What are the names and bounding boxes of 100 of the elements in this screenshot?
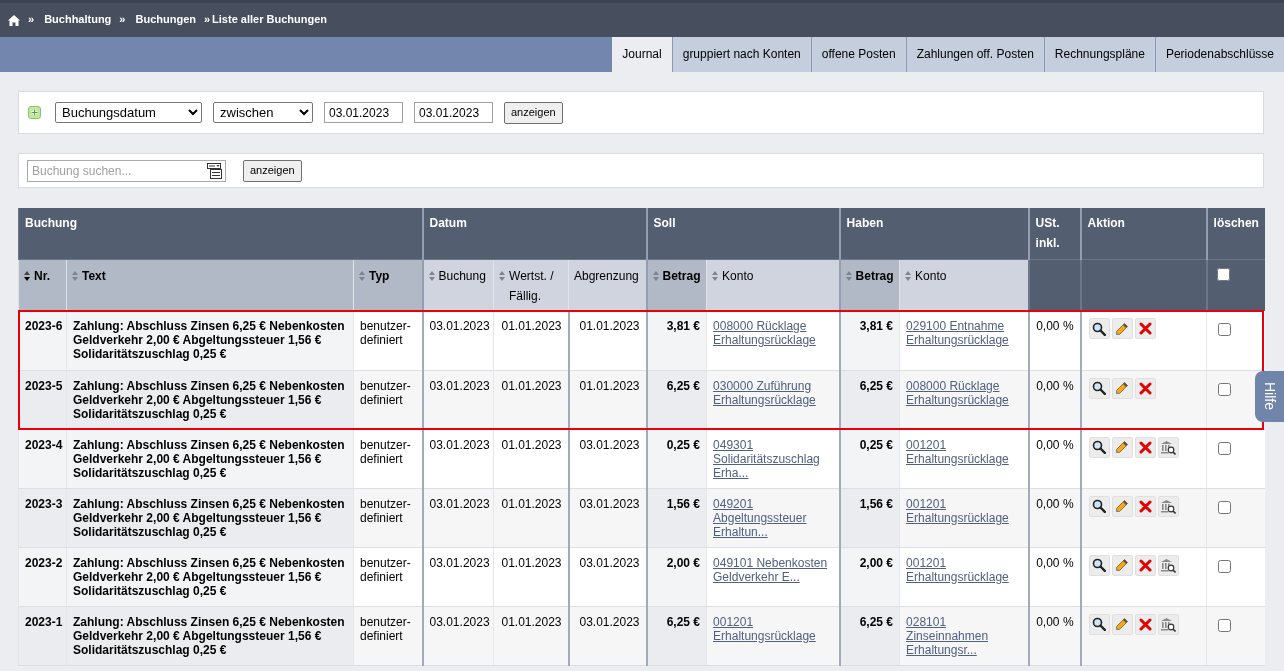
search-field[interactable]: Buchung suchen... [27, 159, 226, 182]
booking-text: Zahlung: Abschluss Zinsen 6,25 € Nebenkosten Geldverkehr 2,00 € Abgeltungssteuer 1,56 € Solidaritätszuschlag 0,25 € [73, 378, 346, 421]
booking-text: Zahlung: Abschluss Zinsen 6,25 € Nebenkosten Geldverkehr 2,00 € Abgeltungssteuer 1,56 € Solidaritätszuschlag 0,25 € [73, 555, 346, 598]
building-magnifier-icon [1160, 498, 1177, 514]
edit-button[interactable] [1111, 377, 1133, 399]
bank-search-button[interactable] [1157, 436, 1179, 458]
booking-type: benutzer-definiert [360, 555, 411, 584]
delete-button[interactable] [1134, 495, 1156, 517]
date-to-field[interactable]: 03.01.2023 [414, 102, 493, 123]
select-all-checkbox[interactable] [1216, 267, 1230, 281]
pencil-icon [1115, 381, 1130, 395]
accrual-date: 03.01.2023 [579, 555, 640, 570]
booking-text: Zahlung: Abschluss Zinsen 6,25 € Nebenkosten Geldverkehr 2,00 € Abgeltungssteuer 1,56 € Solidaritätszuschlag 0,25 € [73, 614, 346, 657]
row-checkbox[interactable] [1218, 382, 1232, 396]
vat-rate: 0,00 % [1036, 319, 1074, 333]
column-header: Typ [369, 267, 390, 285]
show-button[interactable]: anzeigen [504, 101, 563, 124]
booking-date: 03.01.2023 [429, 437, 490, 452]
view-button[interactable] [1088, 377, 1110, 399]
edit-button[interactable] [1111, 613, 1133, 635]
pencil-icon [1115, 321, 1130, 336]
credit-amount: 6,25 € [859, 614, 894, 629]
tab[interactable]: Rechnungspläne [1043, 37, 1155, 72]
breadcrumb-link[interactable]: Buchhaltung [44, 13, 112, 27]
breadcrumb-link[interactable]: Buchungen [135, 13, 196, 27]
cross-icon [1138, 558, 1152, 572]
view-button[interactable] [1088, 613, 1110, 635]
debit-amount: 0,25 € [666, 437, 701, 452]
row-checkbox[interactable] [1218, 441, 1232, 455]
sort-icon[interactable] [24, 270, 30, 281]
bank-search-button[interactable] [1157, 613, 1179, 635]
column-group-header: Buchung [25, 216, 77, 230]
cross-icon [1138, 322, 1152, 335]
vat-rate: 0,00 % [1036, 496, 1074, 511]
building-magnifier-icon [1160, 616, 1177, 632]
booking-number: 2023-2 [25, 555, 63, 570]
search-icon [1092, 558, 1107, 572]
delete-button[interactable] [1134, 613, 1156, 635]
column-header: Wertst. / Fällig. [509, 267, 555, 305]
delete-button[interactable] [1134, 436, 1156, 458]
delete-button[interactable] [1134, 318, 1156, 339]
debit-amount: 1,56 € [666, 496, 701, 511]
field-select[interactable]: Buchungsdatum [55, 102, 202, 123]
column-header: Betrag [855, 267, 894, 285]
tab[interactable]: offene Posten [810, 37, 906, 72]
debit-amount: 6,25 € [666, 614, 701, 629]
edit-button[interactable] [1111, 495, 1133, 517]
booking-text: Zahlung: Abschluss Zinsen 6,25 € Nebenkosten Geldverkehr 2,00 € Abgeltungssteuer 1,56 € Solidaritätszuschlag 0,25 € [73, 496, 346, 539]
view-button[interactable] [1088, 436, 1110, 458]
credit-amount: 3,81 € [859, 319, 894, 333]
row-checkbox[interactable] [1218, 559, 1232, 573]
value-date: 01.01.2023 [501, 614, 562, 629]
column-group-header: Soll [653, 216, 676, 230]
column-header: Text [82, 267, 106, 285]
view-button[interactable] [1088, 495, 1110, 517]
help-tab[interactable]: Hilfe [1255, 371, 1284, 422]
debit-amount: 3,81 € [666, 319, 701, 333]
credit-amount: 1,56 € [859, 496, 894, 511]
delete-button[interactable] [1134, 377, 1156, 399]
row-checkbox[interactable] [1218, 618, 1232, 632]
booking-date: 03.01.2023 [429, 614, 490, 629]
accrual-date: 01.01.2023 [579, 319, 640, 333]
booking-number: 2023-4 [25, 437, 63, 452]
operator-select[interactable]: zwischen [213, 102, 313, 123]
row-checkbox[interactable] [1218, 323, 1232, 336]
delete-button[interactable] [1134, 554, 1156, 576]
tab[interactable]: gruppiert nach Konten [671, 37, 811, 72]
date-from-field[interactable]: 03.01.2023 [324, 102, 403, 123]
tab[interactable]: Journal [611, 37, 672, 72]
column-header: Konto [722, 267, 754, 285]
list-icon[interactable] [207, 162, 222, 179]
pencil-icon [1115, 558, 1130, 572]
edit-button[interactable] [1111, 318, 1133, 339]
tab[interactable]: Zahlungen off. Posten [905, 37, 1044, 72]
tab[interactable]: Periodenabschlüsse [1154, 37, 1284, 72]
booking-date: 03.01.2023 [429, 496, 490, 511]
bank-search-button[interactable] [1157, 554, 1179, 576]
credit-amount: 0,25 € [859, 437, 894, 452]
value-date: 01.01.2023 [501, 437, 562, 452]
building-magnifier-icon [1160, 557, 1177, 573]
accrual-date: 03.01.2023 [579, 496, 640, 511]
home-icon[interactable] [8, 14, 20, 26]
booking-date: 03.01.2023 [429, 555, 490, 570]
edit-button[interactable] [1111, 436, 1133, 458]
row-checkbox[interactable] [1218, 500, 1232, 514]
edit-button[interactable] [1111, 554, 1133, 576]
view-button[interactable] [1088, 318, 1110, 339]
booking-number: 2023-3 [25, 496, 63, 511]
add-icon[interactable] [28, 106, 41, 119]
pencil-icon [1115, 440, 1130, 454]
debit-amount: 2,00 € [666, 555, 701, 570]
booking-type: benutzer-definiert [360, 378, 411, 407]
cross-icon [1138, 617, 1152, 631]
show-button[interactable]: anzeigen [243, 159, 302, 182]
value-date: 01.01.2023 [501, 378, 562, 393]
value-date: 01.01.2023 [501, 496, 562, 511]
booking-number: 2023-5 [25, 378, 63, 393]
view-button[interactable] [1088, 554, 1110, 576]
search-icon [1092, 499, 1107, 513]
bank-search-button[interactable] [1157, 495, 1179, 517]
